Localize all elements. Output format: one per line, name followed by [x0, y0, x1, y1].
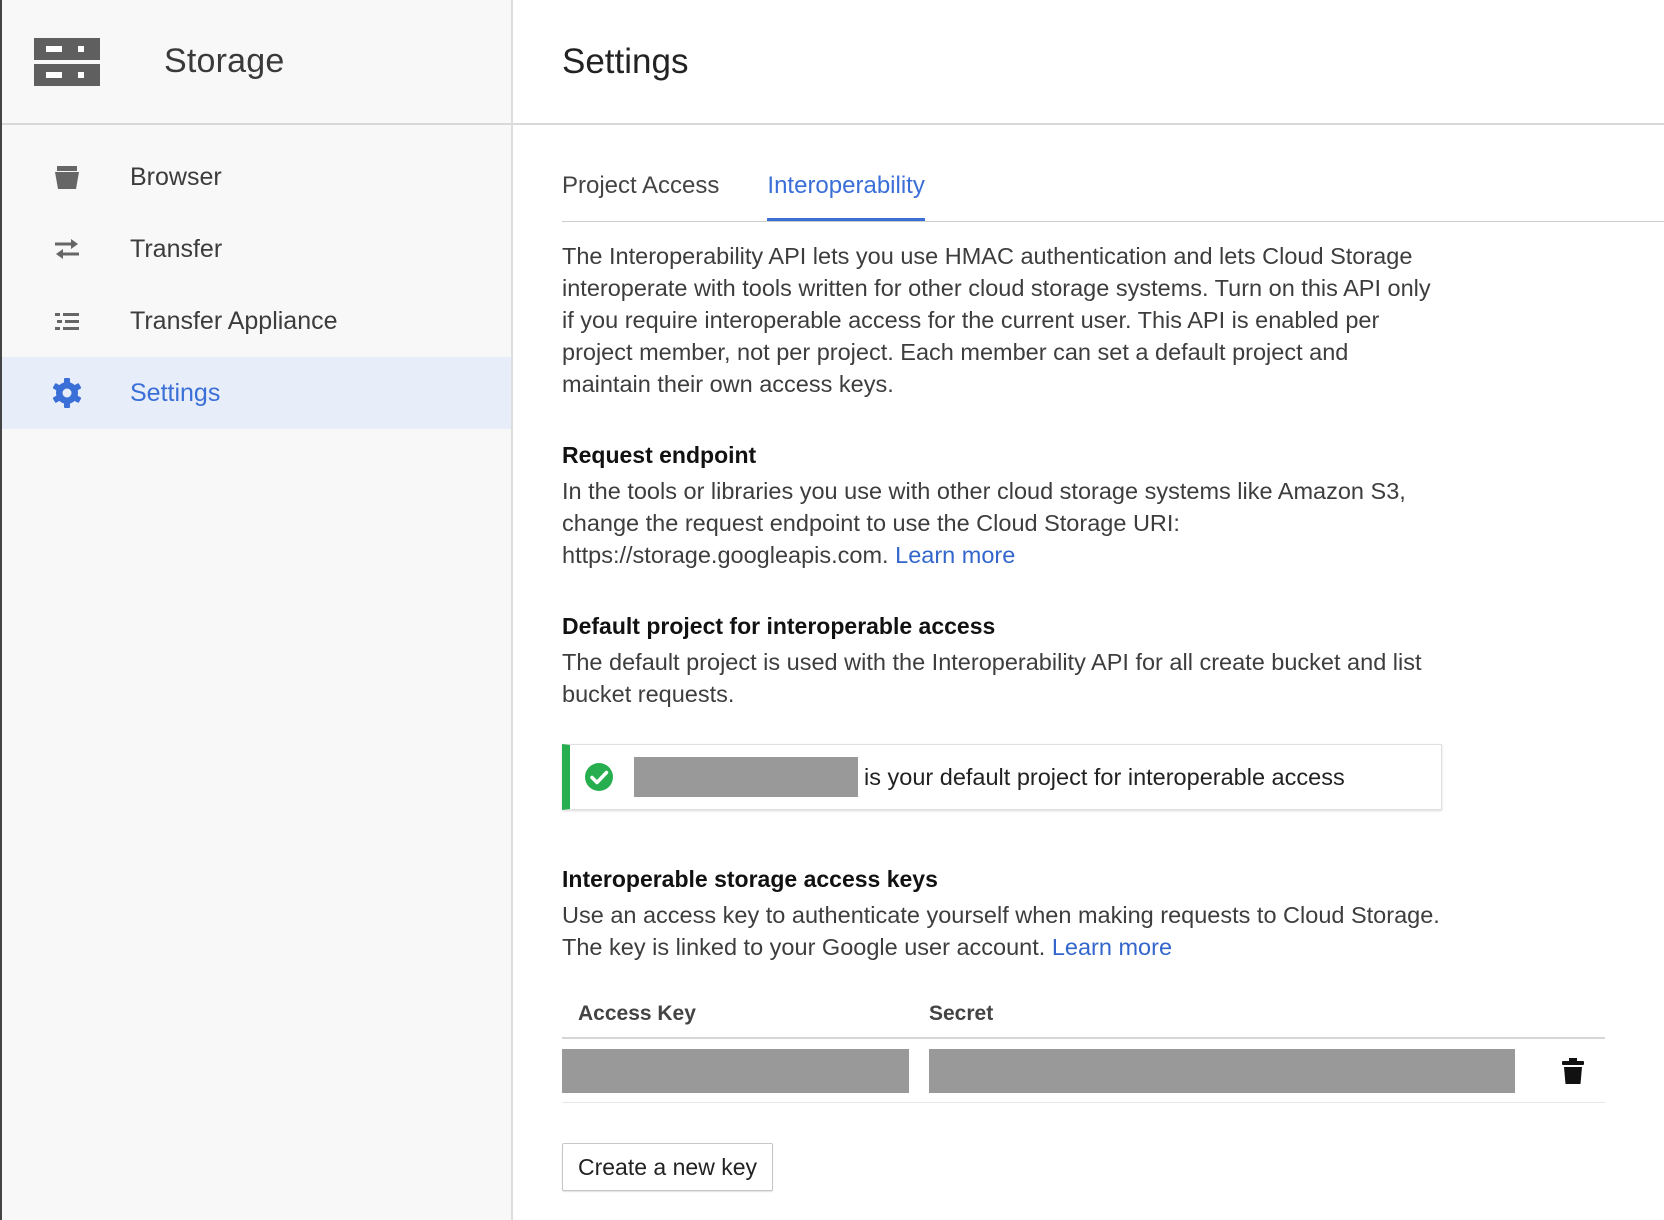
storage-icon [34, 37, 100, 86]
sidebar-item-label: Transfer Appliance [130, 306, 338, 335]
main-panel: Settings Project Access Interoperability… [513, 0, 1664, 1220]
table-header: Access Key Secret [562, 991, 1605, 1039]
sidebar-item-browser[interactable]: Browser [2, 141, 511, 213]
sidebar-item-transfer[interactable]: Transfer [2, 213, 511, 285]
column-header-secret: Secret [929, 1002, 994, 1025]
page-header: Settings [513, 0, 1664, 125]
interoperability-description: The Interoperability API lets you use HM… [562, 243, 1431, 397]
default-project-notice-text: is your default project for interoperabl… [864, 763, 1345, 790]
sidebar: Storage Browser Transfer Transfer Applia… [0, 0, 513, 1220]
sidebar-item-settings[interactable]: Settings [2, 357, 511, 429]
create-new-key-button[interactable]: Create a new key [562, 1143, 773, 1191]
column-header-access-key: Access Key [578, 1002, 696, 1025]
tab-bar: Project Access Interoperability [562, 125, 1664, 222]
access-keys-learn-more-link[interactable]: Learn more [1052, 934, 1172, 960]
request-endpoint-learn-more-link[interactable]: Learn more [895, 542, 1015, 568]
default-project-title: Default project for interoperable access [562, 613, 996, 639]
tab-project-access[interactable]: Project Access [562, 172, 719, 221]
redacted-project-name [634, 757, 858, 797]
trash-icon [1562, 1057, 1584, 1084]
product-title: Storage [164, 42, 285, 80]
page-title: Settings [562, 41, 689, 81]
settings-content: Project Access Interoperability The Inte… [513, 125, 1664, 1191]
transfer-arrows-icon [50, 232, 84, 266]
access-keys-description: Use an access key to authenticate yourse… [562, 899, 1442, 963]
list-icon [50, 304, 84, 338]
gear-icon [50, 376, 84, 410]
redacted-secret [929, 1048, 1515, 1093]
request-endpoint-description: In the tools or libraries you use with o… [562, 475, 1442, 571]
delete-key-button[interactable] [1553, 1051, 1593, 1091]
sidebar-header: Storage [2, 0, 511, 125]
sidebar-nav: Browser Transfer Transfer Appliance Sett… [2, 125, 511, 429]
sidebar-item-label: Settings [130, 378, 221, 407]
bucket-icon [50, 160, 84, 194]
tab-interoperability[interactable]: Interoperability [767, 172, 925, 221]
default-project-description: The default project is used with the Int… [562, 649, 1422, 707]
access-keys-title: Interoperable storage access keys [562, 866, 938, 892]
sidebar-item-label: Browser [130, 162, 222, 191]
default-project-notice: is your default project for interoperabl… [562, 744, 1442, 810]
access-keys-table: Access Key Secret [562, 991, 1605, 1103]
redacted-access-key [562, 1048, 909, 1093]
sidebar-item-transfer-appliance[interactable]: Transfer Appliance [2, 285, 511, 357]
sidebar-item-label: Transfer [130, 234, 223, 263]
check-circle-icon [585, 763, 613, 791]
table-row [562, 1039, 1605, 1103]
app-window: Storage Browser Transfer Transfer Applia… [0, 0, 1664, 1220]
request-endpoint-title: Request endpoint [562, 442, 757, 468]
access-keys-text: Use an access key to authenticate yourse… [562, 902, 1440, 960]
